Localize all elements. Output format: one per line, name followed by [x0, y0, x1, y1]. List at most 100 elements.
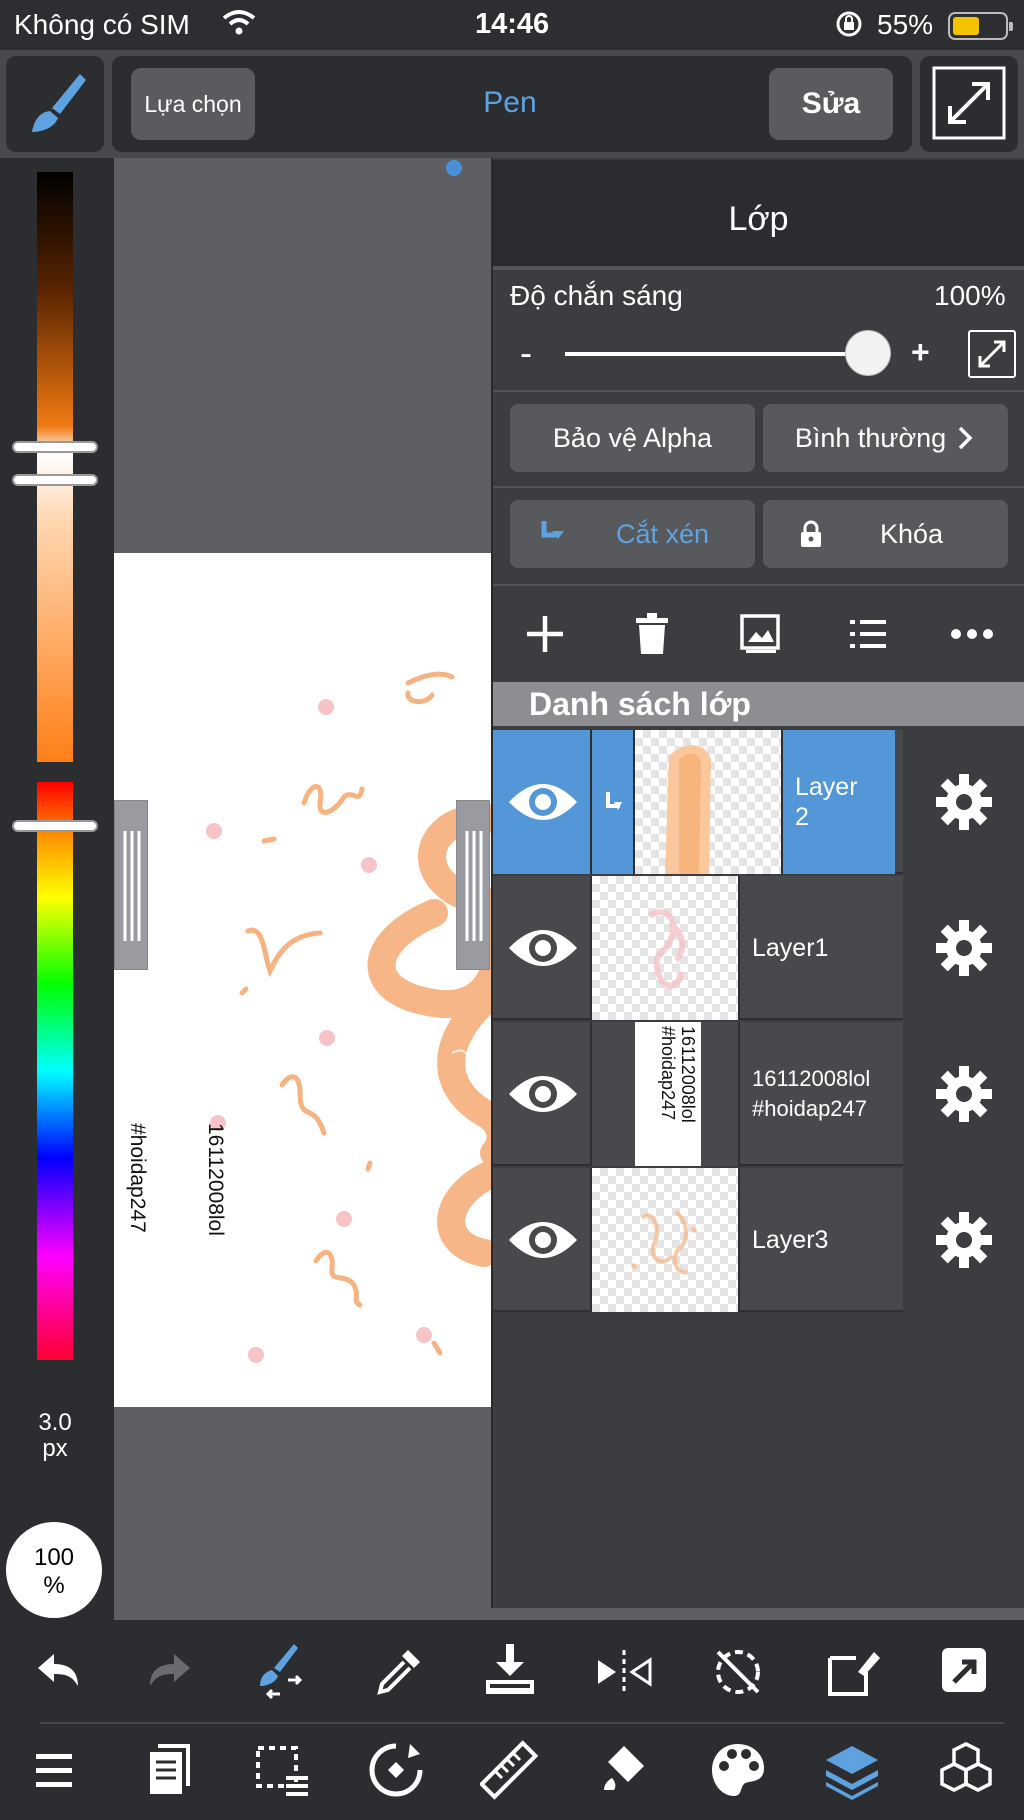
brush-icon — [32, 74, 86, 132]
opacity-slider-knob[interactable] — [845, 330, 891, 376]
undo-icon[interactable] — [28, 1642, 88, 1702]
layer-name-text: 16112008lol #hoidap247 — [752, 1066, 871, 1121]
image-icon[interactable] — [738, 612, 782, 656]
divider — [493, 268, 1024, 270]
flip-icon[interactable] — [594, 1642, 654, 1702]
gear-icon — [935, 920, 992, 976]
drawing-canvas[interactable]: 16112008lol #hoidap247 — [114, 553, 494, 1407]
divider — [493, 584, 1024, 586]
layer-panel-title: Lớp — [728, 200, 789, 238]
layer-row[interactable]: Layer3 — [493, 1168, 1024, 1312]
layer-settings-button[interactable] — [903, 876, 1024, 1020]
shade-slider-handle-top[interactable] — [12, 441, 98, 453]
redo-icon[interactable] — [140, 1642, 200, 1702]
brush-size-unit: px — [42, 1435, 68, 1462]
menu-icon[interactable] — [28, 1740, 88, 1800]
gear-icon — [935, 1066, 992, 1122]
carrier-label: Không có SIM — [14, 9, 190, 40]
layer-visibility-toggle[interactable] — [493, 1168, 592, 1312]
rotation-lock-icon — [836, 11, 862, 37]
add-icon[interactable] — [523, 612, 567, 656]
share-icon[interactable] — [936, 1642, 996, 1702]
eye-icon — [509, 1222, 577, 1258]
opacity-label: Độ chắn sáng — [510, 280, 683, 311]
brush-opacity-button[interactable]: 100 % — [6, 1522, 102, 1618]
alpha-protect-button[interactable]: Bảo vệ Alpha — [510, 404, 755, 472]
layers-icon[interactable] — [822, 1740, 882, 1800]
blend-mode-button[interactable]: Bình thường — [763, 404, 1008, 472]
selection-button[interactable]: Lựa chọn — [131, 68, 255, 140]
layer-row[interactable]: Layer1 — [493, 876, 1024, 1020]
expand-icon — [978, 340, 1006, 368]
blend-mode-label: Bình thường — [794, 422, 947, 453]
pages-icon[interactable] — [140, 1740, 200, 1800]
gear-icon — [935, 774, 992, 830]
canvas-right-grip[interactable] — [456, 800, 490, 970]
opacity-slider[interactable] — [565, 352, 865, 356]
layer-settings-button[interactable] — [903, 1168, 1024, 1312]
layer-name[interactable]: Layer1 — [740, 876, 900, 1020]
rotate-icon[interactable] — [366, 1740, 426, 1800]
lock-icon — [800, 520, 821, 547]
layer-visibility-toggle[interactable] — [493, 876, 592, 1020]
shade-slider-handle-bottom[interactable] — [12, 474, 98, 486]
thumb-text-line1: 16112008lol — [678, 1026, 698, 1123]
opacity-decrease-button[interactable]: - — [520, 332, 532, 374]
lock-button[interactable]: Khóa — [763, 500, 1008, 568]
battery-percent: 55% — [877, 9, 934, 40]
lock-label: Khóa — [879, 518, 944, 549]
eye-icon — [509, 1076, 577, 1112]
selection-icon[interactable] — [252, 1740, 312, 1800]
hue-slider[interactable] — [37, 782, 73, 1360]
current-tool-name[interactable]: Pen — [440, 86, 580, 120]
transform-icon[interactable] — [822, 1642, 882, 1702]
eyedropper-icon[interactable] — [368, 1642, 428, 1702]
materials-icon[interactable] — [936, 1740, 996, 1800]
brush-size-readout[interactable]: 3.0 px — [22, 1410, 88, 1462]
save-icon[interactable] — [480, 1640, 540, 1700]
layer-name-text: Layer 2 — [795, 773, 858, 831]
layer-clip-indicator — [592, 730, 635, 874]
wifi-icon — [222, 10, 256, 35]
layer-row[interactable]: Layer 2 — [493, 730, 1024, 874]
color-shade-slider[interactable] — [37, 172, 73, 762]
clip-arrow-icon — [606, 792, 622, 810]
clock: 14:46 — [475, 8, 550, 40]
opacity-value: 100% — [934, 280, 1006, 311]
layer-visibility-toggle[interactable] — [493, 730, 592, 874]
palette-icon[interactable] — [708, 1740, 768, 1800]
divider — [40, 1722, 1004, 1724]
hue-slider-handle[interactable] — [12, 820, 98, 832]
list-icon[interactable] — [846, 612, 890, 656]
layer-row[interactable]: 16112008lol #hoidap247 16112008lol #hoida… — [493, 1022, 1024, 1166]
canvas-left-grip[interactable] — [114, 800, 148, 970]
more-icon[interactable] — [950, 612, 994, 656]
ruler-icon[interactable] — [480, 1740, 540, 1800]
eye-icon — [509, 784, 577, 820]
fill-icon[interactable] — [594, 1740, 654, 1800]
edit-button[interactable]: Sửa — [769, 68, 893, 140]
layer-name[interactable]: Layer 2 — [783, 730, 895, 874]
clipping-button[interactable]: Cắt xén — [510, 500, 755, 568]
clip-arrow-icon — [541, 521, 564, 539]
brush-tool-button[interactable] — [6, 56, 104, 152]
brush-swap-icon[interactable] — [250, 1640, 310, 1700]
layer-panel-expand-button[interactable] — [968, 330, 1016, 378]
layer-settings-button[interactable] — [903, 1022, 1024, 1166]
trash-icon[interactable] — [632, 612, 672, 656]
thumb-text-line2: #hoidap247 — [658, 1026, 678, 1121]
layer-thumbnail — [592, 876, 740, 1020]
layer-name[interactable]: 16112008lol #hoidap247 — [740, 1022, 905, 1166]
layer-thumbnail — [592, 1168, 740, 1312]
brush-opacity-value: 100 — [33, 1544, 75, 1571]
page-indicator-dot-active — [446, 160, 462, 176]
clipping-label: Cắt xén — [615, 518, 710, 549]
doodle-strokes — [239, 671, 494, 1356]
layer-name[interactable]: Layer3 — [740, 1168, 900, 1312]
rotate-off-icon[interactable] — [708, 1642, 768, 1702]
opacity-increase-button[interactable]: + — [911, 334, 930, 371]
layer-settings-button[interactable] — [903, 730, 1024, 874]
fullscreen-button[interactable] — [920, 56, 1018, 152]
chevron-right-icon — [958, 426, 973, 450]
layer-visibility-toggle[interactable] — [493, 1022, 592, 1166]
